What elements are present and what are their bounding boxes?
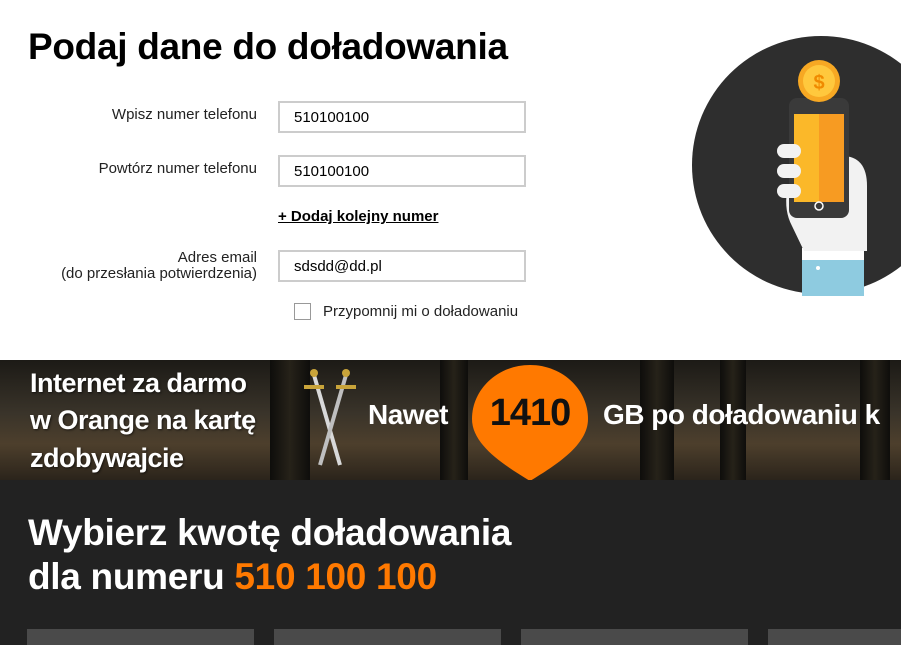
banner-nawet: Nawet <box>368 399 448 430</box>
repeat-phone-label: Powtórz numer telefonu <box>98 160 257 177</box>
banner-gb-text: GB po doładowaniu k <box>603 399 880 430</box>
amount-subtitle: dla numeru 510 100 100 <box>28 555 437 599</box>
page-title: Podaj dane do doładowania <box>28 26 508 67</box>
reminder-checkbox[interactable] <box>294 303 311 320</box>
recharge-form-section: Podaj dane do doładowania Wpisz numer te… <box>0 0 901 360</box>
phone-input[interactable] <box>278 101 526 133</box>
coin-icon: $ <box>798 60 840 102</box>
repeat-phone-input[interactable] <box>278 155 526 187</box>
amount-option-card[interactable] <box>768 629 901 645</box>
email-label-hint: (do przesłania potwierdzenia) <box>61 265 257 282</box>
amount-option-card[interactable] <box>274 629 501 645</box>
banner-line-1: Internet za darmo <box>30 368 247 398</box>
phone-illustration: $ <box>692 36 901 296</box>
banner-amount: 1410 <box>489 392 572 434</box>
banner-line-3: zdobywajcie <box>30 443 184 473</box>
reminder-label: Przypomnij mi o doładowaniu <box>323 303 519 320</box>
svg-text:$: $ <box>813 72 824 94</box>
email-input[interactable] <box>278 250 526 282</box>
banner-line-2: w Orange na kartę <box>30 405 256 435</box>
email-label: Adres email (do przesłania potwierdzenia… <box>61 250 257 282</box>
email-label-main: Adres email <box>177 249 257 266</box>
amount-subtitle-prefix: dla numeru <box>28 556 225 597</box>
phone-label: Wpisz numer telefonu <box>111 106 257 123</box>
amount-option-card[interactable] <box>27 629 254 645</box>
swords-icon <box>304 369 356 466</box>
amount-title: Wybierz kwotę doładowania <box>28 512 512 553</box>
add-number-link[interactable]: + Dodaj kolejny numer <box>278 208 438 225</box>
phone-number-highlight: 510 100 100 <box>234 556 437 597</box>
amount-option-card[interactable] <box>521 629 748 645</box>
